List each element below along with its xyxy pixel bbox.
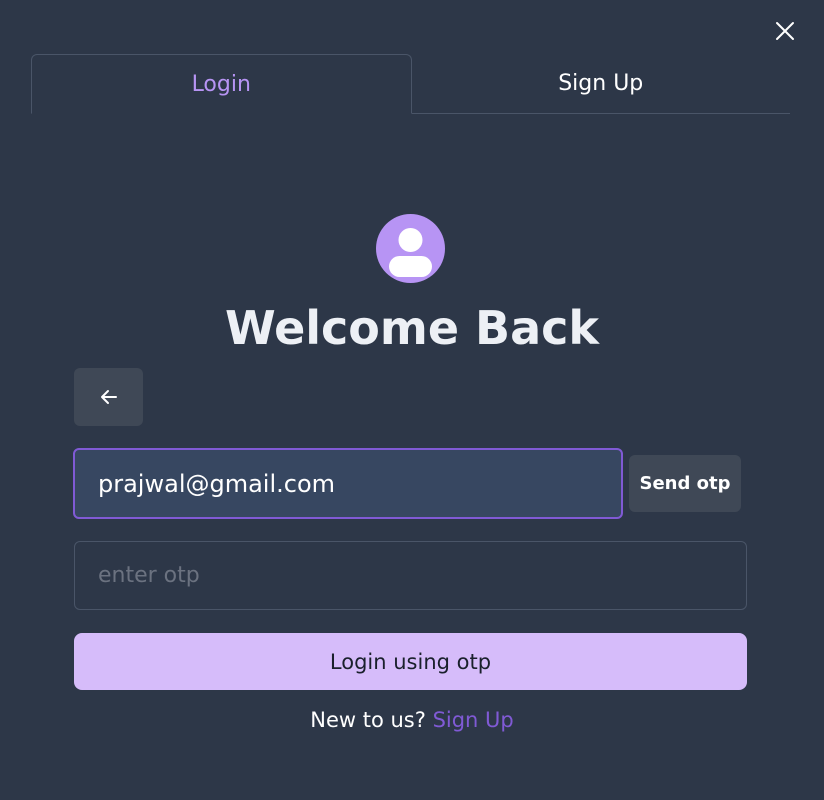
email-field[interactable] [73,448,623,519]
page-title: Welcome Back [224,301,600,355]
login-using-otp-button[interactable]: Login using otp [74,633,747,690]
tab-login-label: Login [191,71,251,97]
tab-login[interactable]: Login [31,54,412,114]
arrow-left-icon [100,390,117,404]
tab-sign-up-label: Sign Up [558,71,644,96]
send-otp-button[interactable]: Send otp [629,455,741,512]
auth-tabs: Login Sign Up [31,54,790,114]
tab-sign-up[interactable]: Sign Up [412,54,791,113]
user-avatar-icon [376,214,445,283]
close-icon [776,22,794,40]
login-modal: Login Sign Up Welcome Back Send otp Logi… [0,0,824,800]
sign-up-link[interactable]: Sign Up [433,708,514,732]
close-button[interactable] [772,18,798,44]
login-button-label: Login using otp [329,649,492,674]
send-otp-label: Send otp [639,473,731,494]
otp-field[interactable] [74,541,747,610]
signup-prompt-text: New to us? [310,708,426,732]
back-button[interactable] [74,368,143,426]
signup-prompt: New to us? Sign Up [0,704,824,736]
